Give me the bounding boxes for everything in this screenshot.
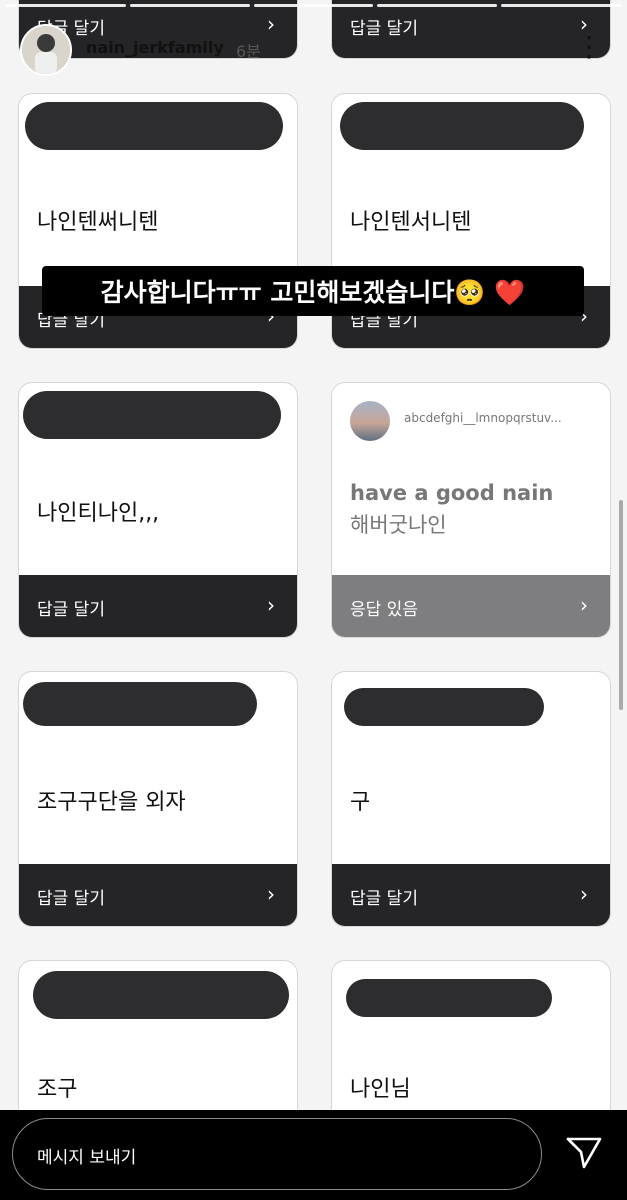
reply-label: 답글 달기 (350, 889, 418, 909)
redacted-asker (23, 682, 257, 726)
avatar (350, 401, 390, 441)
redacted-asker (33, 971, 289, 1019)
story-viewer[interactable]: 답글 달기 › 답글 달기 › nain_jerkfamily 6분 ⋮ 나인텐… (0, 0, 627, 1110)
message-input[interactable]: 메시지 보내기 (12, 1118, 542, 1190)
chevron-right-icon: › (580, 593, 588, 617)
chevron-right-icon: › (267, 593, 275, 617)
story-header: nain_jerkfamily 6분 ⋮ (18, 22, 609, 78)
message-bar: 메시지 보내기 (0, 1110, 627, 1200)
reply-button[interactable]: 답글 달기 › (19, 575, 297, 637)
chevron-right-icon: › (580, 882, 588, 906)
question-card: 나인티나인,,, 답글 달기 › (18, 382, 298, 638)
reply-text-line2: 해버굿나인 (350, 513, 447, 537)
reply-username: abcdefghi__lmnopqrstuv... (404, 411, 562, 425)
reply-text-line1: have a good nain (350, 481, 554, 505)
question-card: 조구 (18, 960, 298, 1110)
progress-segment (377, 4, 498, 7)
redacted-asker (23, 391, 281, 439)
question-text: 나인님 (350, 1077, 411, 1102)
redacted-asker (25, 102, 283, 150)
chevron-right-icon: › (267, 882, 275, 906)
question-text: 나인텐서니텐 (350, 210, 472, 235)
question-text: 나인티나인,,, (37, 501, 160, 526)
answered-question-card: abcdefghi__lmnopqrstuv... have a good na… (331, 382, 611, 638)
more-options-icon[interactable]: ⋮ (575, 30, 603, 63)
reply-header: abcdefghi__lmnopqrstuv... (350, 401, 590, 441)
redacted-asker (340, 102, 584, 150)
reply-label: 답글 달기 (37, 600, 105, 620)
redacted-asker (346, 979, 552, 1017)
question-text: 조구 (37, 1077, 78, 1102)
story-time: 6분 (236, 42, 261, 61)
question-card: 조구구단을 외자 답글 달기 › (18, 671, 298, 927)
story-progress-bar (6, 4, 621, 7)
reply-button[interactable]: 답글 달기 › (19, 864, 297, 926)
question-card: 구 답글 달기 › (331, 671, 611, 927)
progress-segment (253, 4, 374, 7)
story-caption: 감사합니다ㅠㅠ 고민해보겠습니다🥺 ❤️ (42, 266, 584, 316)
answered-label: 응답 있음 (350, 600, 418, 620)
progress-segment (129, 4, 250, 7)
progress-segment (6, 4, 126, 7)
question-text: 조구구단을 외자 (37, 790, 186, 815)
progress-segment (501, 4, 621, 7)
answered-button[interactable]: 응답 있음 › (332, 575, 610, 637)
story-username[interactable]: nain_jerkfamily (86, 38, 224, 57)
reply-button[interactable]: 답글 달기 › (332, 864, 610, 926)
redacted-asker (344, 688, 544, 726)
avatar[interactable] (20, 24, 72, 76)
message-placeholder: 메시지 보내기 (37, 1148, 137, 1168)
question-text: 나인텐써니텐 (37, 210, 159, 235)
scrollbar (619, 500, 623, 710)
reply-label: 답글 달기 (37, 889, 105, 909)
send-icon[interactable] (565, 1136, 603, 1170)
question-card: 나인님 (331, 960, 611, 1110)
question-text: 구 (350, 790, 371, 815)
